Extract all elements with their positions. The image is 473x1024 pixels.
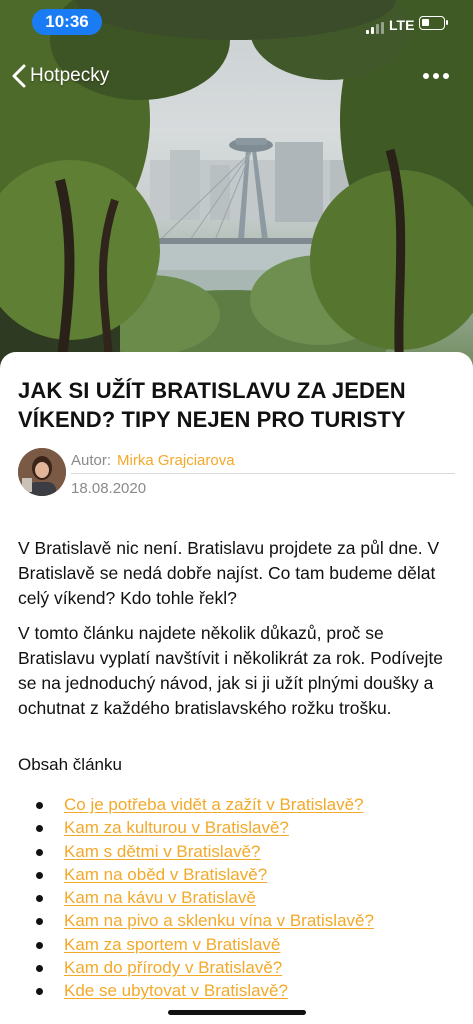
hero-image	[0, 0, 473, 372]
toc-item: Co je potřeba vidět a zažít v Bratislavě…	[36, 793, 456, 816]
toc-link[interactable]: Kam za kulturou v Bratislavě?	[64, 816, 289, 839]
toc-item: Kam na pivo a sklenku vína v Bratislavě?	[36, 909, 456, 932]
toc-link[interactable]: Kam za sportem v Bratislavě	[64, 933, 280, 956]
network-type: LTE	[389, 17, 415, 33]
toc-link[interactable]: Kam na pivo a sklenku vína v Bratislavě?	[64, 909, 374, 932]
toc-link[interactable]: Kam na oběd v Bratislavě?	[64, 863, 267, 886]
bratislava-photo	[0, 0, 473, 372]
toc-item: Kam s dětmi v Bratislavě?	[36, 840, 456, 863]
article-date: 18.08.2020	[71, 480, 147, 497]
toc-item: Kam do přírody v Bratislavě?	[36, 956, 456, 979]
more-options-button[interactable]	[420, 66, 452, 86]
toc-item: Kam za sportem v Bratislavě	[36, 933, 456, 956]
toc-heading: Obsah článku	[18, 755, 122, 774]
back-button[interactable]: Hotpecky	[12, 60, 109, 92]
home-indicator[interactable]	[168, 1010, 306, 1015]
toc-link[interactable]: Kam s dětmi v Bratislavě?	[64, 840, 261, 863]
article-title: JAK SI UŽÍT BRATISLAVU ZA JEDEN VÍKEND? …	[18, 378, 406, 432]
battery-icon	[419, 16, 448, 30]
avatar[interactable]	[18, 448, 66, 496]
toc-item: Kam na kávu v Bratislavě	[36, 886, 456, 909]
toc-link[interactable]: Co je potřeba vidět a zažít v Bratislavě…	[64, 793, 364, 816]
author-row: Autor: Mirka Grajciarova	[71, 452, 455, 474]
toc-link[interactable]: Kam do přírody v Bratislavě?	[64, 956, 282, 979]
more-dots-icon	[423, 73, 429, 79]
author-photo-icon	[18, 448, 66, 496]
status-bar: 10:36 LTE	[0, 0, 473, 44]
article-card: JAK SI UŽÍT BRATISLAVU ZA JEDEN VÍKEND? …	[0, 352, 473, 1024]
article-paragraph: V Bratislavě nic není. Bratislavu projde…	[18, 538, 440, 608]
toc-link[interactable]: Kde se ubytovat v Bratislavě?	[64, 979, 288, 1002]
chevron-left-icon	[12, 64, 26, 88]
table-of-contents: Co je potřeba vidět a zažít v Bratislavě…	[36, 793, 456, 1003]
status-time: 10:36	[32, 9, 102, 35]
article-paragraph: V tomto článku najdete několik důkazů, p…	[18, 623, 444, 718]
back-button-label: Hotpecky	[30, 65, 110, 86]
author-name-link[interactable]: Mirka Grajciarova	[117, 452, 235, 469]
toc-link[interactable]: Kam na kávu v Bratislavě	[64, 886, 256, 909]
toc-item: Kde se ubytovat v Bratislavě?	[36, 979, 456, 1002]
author-label: Autor:	[71, 452, 112, 469]
toc-item: Kam na oběd v Bratislavě?	[36, 863, 456, 886]
signal-icon	[366, 22, 384, 34]
toc-item: Kam za kulturou v Bratislavě?	[36, 816, 456, 839]
